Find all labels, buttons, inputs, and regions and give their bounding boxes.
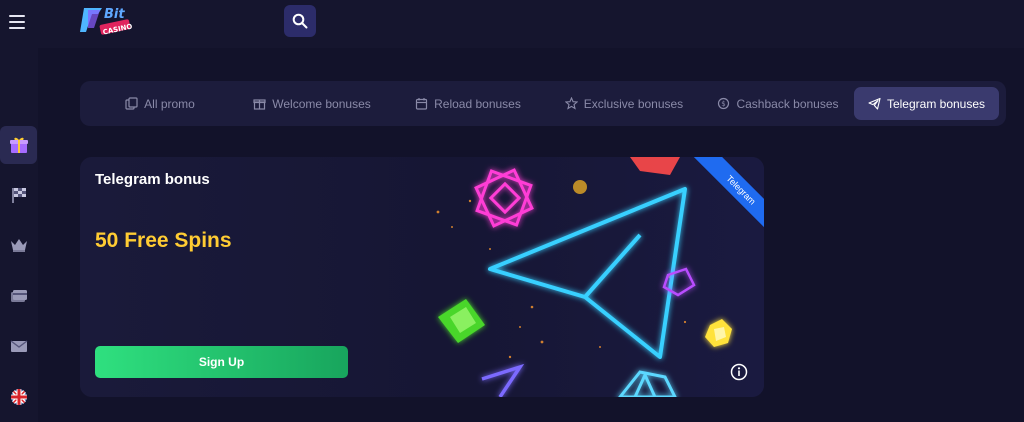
sidebar-item-promotions[interactable] — [0, 126, 37, 164]
calendar-icon — [416, 98, 428, 110]
tab-reload-bonuses[interactable]: Reload bonuses — [390, 87, 546, 120]
hamburger-icon[interactable] — [9, 15, 25, 29]
sidebar — [0, 48, 38, 422]
svg-text:Bit: Bit — [104, 7, 125, 22]
card-icon — [10, 290, 27, 302]
tab-welcome-bonuses[interactable]: Welcome bonuses — [234, 87, 390, 120]
info-icon[interactable] — [730, 363, 748, 381]
racing-flag-icon — [11, 188, 26, 203]
gift-outline-icon — [253, 99, 266, 110]
tab-all-promo[interactable]: All promo — [86, 87, 234, 120]
sidebar-item-contact[interactable] — [0, 327, 37, 365]
top-bar: Bit CASINO — [0, 0, 1024, 48]
star-icon — [564, 97, 578, 110]
telegram-icon — [868, 97, 881, 110]
promo-banner: Telegram bonus 50 Free Spins Sign Up Tel… — [80, 157, 764, 397]
sidebar-item-language[interactable] — [0, 378, 37, 416]
gift-icon — [9, 137, 28, 153]
sidebar-item-tournaments[interactable] — [0, 176, 37, 214]
banner-headline: 50 Free Spins — [95, 229, 232, 252]
crown-icon — [10, 239, 27, 252]
logo[interactable]: Bit CASINO — [80, 2, 144, 44]
pages-icon — [125, 97, 138, 110]
sign-up-button[interactable]: Sign Up — [95, 346, 348, 378]
svg-text:$: $ — [722, 100, 726, 108]
sidebar-item-payments[interactable] — [0, 277, 37, 315]
cashback-icon: $ — [718, 97, 730, 110]
envelope-icon — [10, 340, 27, 352]
search-icon — [292, 13, 308, 29]
uk-flag-icon — [10, 389, 27, 405]
sidebar-item-vip[interactable] — [0, 226, 37, 264]
search-button[interactable] — [284, 5, 316, 37]
tab-telegram-bonuses[interactable]: Telegram bonuses — [854, 87, 999, 120]
tab-exclusive-bonuses[interactable]: Exclusive bonuses — [546, 87, 702, 120]
tab-cashback-bonuses[interactable]: $ Cashback bonuses — [702, 87, 854, 120]
banner-title: Telegram bonus — [95, 171, 210, 188]
promo-tabs: All promo Welcome bonuses Reload bonuses… — [80, 81, 1006, 126]
